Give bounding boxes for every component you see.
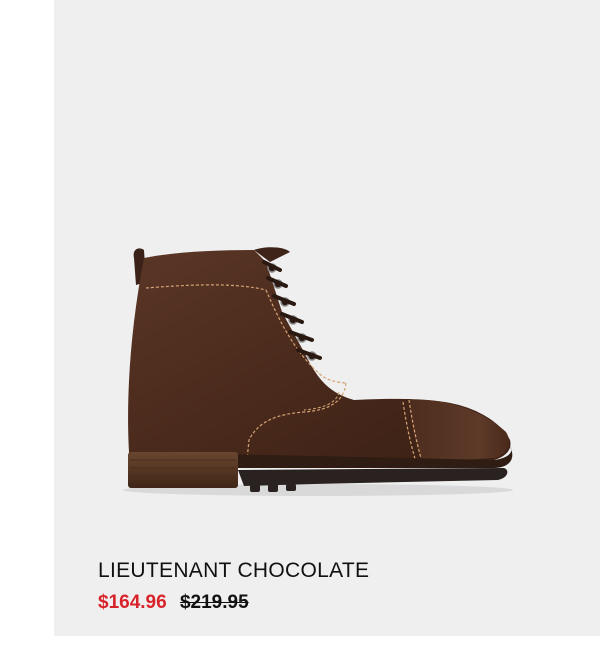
original-price: $219.95 <box>179 592 249 613</box>
product-name[interactable]: LIEUTENANT CHOCOLATE <box>98 559 369 583</box>
sale-price: $164.96 <box>98 592 167 613</box>
price-row: $164.96 $219.95 <box>98 592 249 614</box>
product-card[interactable]: LIEUTENANT CHOCOLATE $164.96 $219.95 <box>54 0 600 636</box>
product-image[interactable] <box>54 0 600 545</box>
